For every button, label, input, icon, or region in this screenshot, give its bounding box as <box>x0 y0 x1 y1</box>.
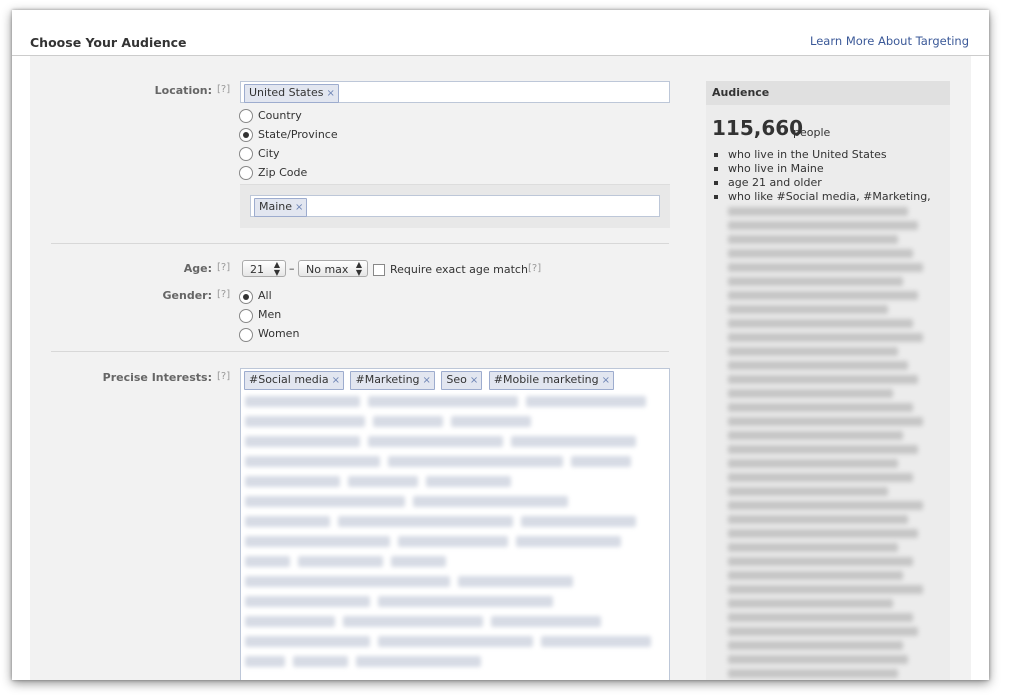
exact-age-label: Require exact age match <box>390 263 528 276</box>
state-input[interactable]: Maine × <box>250 195 660 217</box>
radio-country-label: Country <box>258 109 302 122</box>
header: Choose Your Audience Learn More About Ta… <box>12 10 989 56</box>
radio-gender-women-label: Women <box>258 327 300 340</box>
radio-state-province-label: State/Province <box>258 128 338 141</box>
radio-country[interactable] <box>239 109 253 123</box>
location-label: Location: <box>154 84 212 97</box>
radio-city[interactable] <box>239 147 253 161</box>
audience-panel: Audience 115,660 people who live in the … <box>706 81 950 680</box>
remove-token-icon[interactable]: × <box>423 375 431 386</box>
age-range-dash: – <box>289 262 295 275</box>
stepper-arrows-icon: ▲ ▼ <box>355 260 363 277</box>
radio-gender-women[interactable] <box>239 328 253 342</box>
interests-label: Precise Interests: <box>102 371 212 384</box>
page-title: Choose Your Audience <box>30 35 187 50</box>
criteria-item: who live in Maine <box>714 162 824 175</box>
audience-unit: people <box>793 126 831 139</box>
state-token-label: Maine <box>259 200 293 213</box>
state-token: Maine × <box>254 198 308 217</box>
criteria-item: who live in the United States <box>714 148 887 161</box>
state-panel: Maine × <box>240 184 670 228</box>
remove-token-icon[interactable]: × <box>327 88 335 99</box>
criteria-item: age 21 and older <box>714 176 822 189</box>
interests-help-icon[interactable]: [?] <box>217 371 230 382</box>
gender-help-icon[interactable]: [?] <box>217 289 230 300</box>
interest-token-label: #Social media <box>249 373 329 386</box>
remove-token-icon[interactable]: × <box>602 375 610 386</box>
audience-count: 115,660 <box>712 116 804 140</box>
age-max-select[interactable]: No max ▲ ▼ <box>298 260 368 277</box>
interest-token: #Mobile marketing × <box>488 371 615 390</box>
radio-city-label: City <box>258 147 280 160</box>
remove-token-icon[interactable]: × <box>295 202 303 213</box>
location-input[interactable]: United States × <box>240 81 670 103</box>
radio-zip-code[interactable] <box>239 166 253 180</box>
age-max-value: No max <box>306 263 349 276</box>
stepper-arrows-icon: ▲ ▼ <box>273 260 281 277</box>
radio-gender-all-label: All <box>258 289 272 302</box>
targeting-form: Location: [?] United States × Country Sta… <box>30 56 971 680</box>
age-help-icon[interactable]: [?] <box>217 262 230 273</box>
radio-zip-code-label: Zip Code <box>258 166 308 179</box>
interests-input[interactable]: #Social media × #Marketing × Seo × #Mobile … <box>240 368 670 680</box>
age-min-value: 21 <box>250 263 264 276</box>
learn-more-link[interactable]: Learn More About Targeting <box>810 34 969 48</box>
interest-token-list: #Social media × #Marketing × Seo × #Mobile … <box>241 369 615 390</box>
criteria-item: who like #Social media, #Marketing, <box>714 190 931 203</box>
remove-token-icon[interactable]: × <box>470 375 478 386</box>
radio-gender-all[interactable] <box>239 290 253 304</box>
interest-token: #Social media × <box>244 371 344 390</box>
window: Choose Your Audience Learn More About Ta… <box>12 10 989 680</box>
location-token-label: United States <box>249 86 324 99</box>
exact-age-help-icon[interactable]: [?] <box>528 263 541 274</box>
gender-label: Gender: <box>162 289 212 302</box>
audience-heading: Audience <box>706 81 950 105</box>
radio-state-province[interactable] <box>239 128 253 142</box>
location-token: United States × <box>244 84 339 103</box>
divider <box>51 243 669 244</box>
location-help-icon[interactable]: [?] <box>217 84 230 95</box>
age-min-select[interactable]: 21 ▲ ▼ <box>242 260 286 277</box>
radio-gender-men[interactable] <box>239 309 253 323</box>
exact-age-checkbox[interactable] <box>373 264 385 276</box>
age-label: Age: <box>183 262 212 275</box>
radio-gender-men-label: Men <box>258 308 282 321</box>
remove-token-icon[interactable]: × <box>332 375 340 386</box>
interest-token-label: #Mobile marketing <box>493 373 599 386</box>
interest-token-label: #Marketing <box>355 373 420 386</box>
interest-token: Seo × <box>441 371 483 390</box>
interest-token: #Marketing × <box>350 371 435 390</box>
interest-token-label: Seo <box>446 373 467 386</box>
divider <box>51 351 669 352</box>
